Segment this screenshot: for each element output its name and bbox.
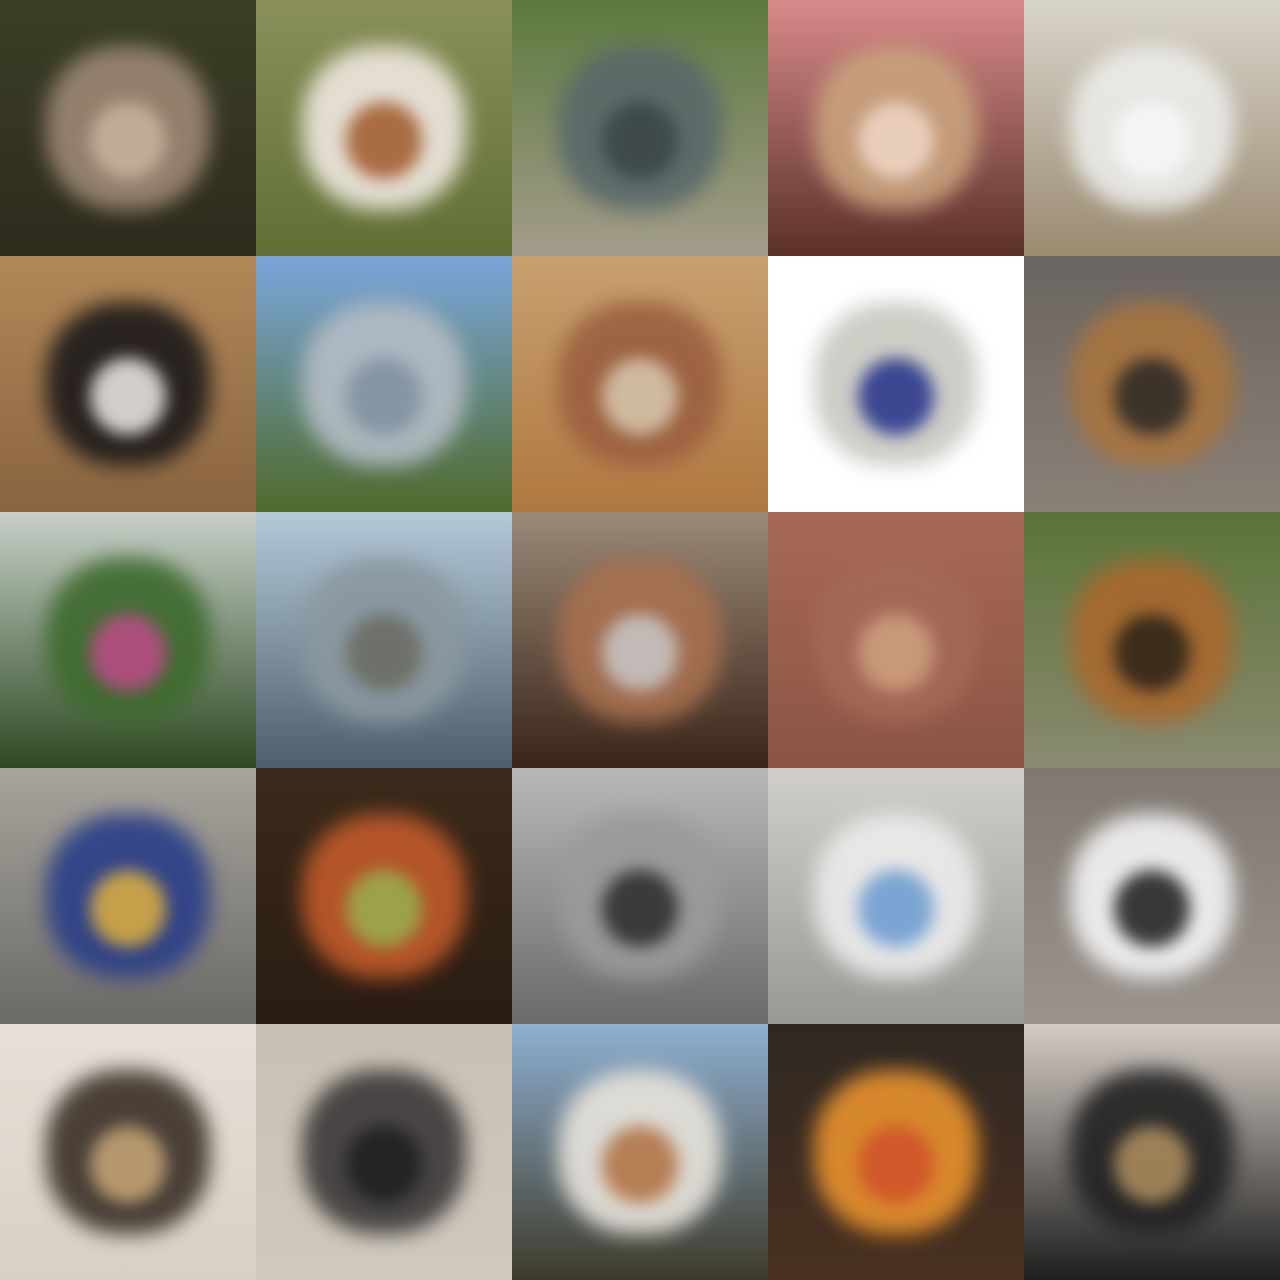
accent-shape bbox=[1113, 358, 1191, 436]
beagle-photo bbox=[256, 0, 512, 256]
jar-photo bbox=[768, 256, 1024, 512]
accent-shape bbox=[601, 1126, 679, 1204]
seashore-photo bbox=[256, 512, 512, 768]
accent-shape bbox=[857, 870, 935, 948]
staircase-photo bbox=[512, 768, 768, 1024]
accent-shape bbox=[601, 870, 679, 948]
accent-shape bbox=[89, 102, 167, 180]
soup-photo bbox=[256, 768, 512, 1024]
german-shepherd-photo bbox=[1024, 512, 1280, 768]
rifle-photo bbox=[1024, 256, 1280, 512]
accent-shape bbox=[89, 1126, 167, 1204]
accent-shape bbox=[1113, 102, 1191, 180]
space-shuttle-photo bbox=[512, 1024, 768, 1280]
dining-room-photo bbox=[512, 256, 768, 512]
accent-shape bbox=[1113, 614, 1191, 692]
accent-shape bbox=[857, 614, 935, 692]
accent-shape bbox=[601, 102, 679, 180]
accent-shape bbox=[345, 614, 423, 692]
japanese-chin-photo bbox=[1024, 768, 1280, 1024]
accent-shape bbox=[1113, 870, 1191, 948]
bernese-dog-photo bbox=[0, 256, 256, 512]
orchestra-photo bbox=[1024, 1024, 1280, 1280]
wedding-dress-photo bbox=[1024, 0, 1280, 256]
spoon-photo bbox=[512, 512, 768, 768]
accent-shape bbox=[89, 358, 167, 436]
hamster-photo bbox=[768, 0, 1024, 256]
accent-shape bbox=[857, 358, 935, 436]
holster-photo bbox=[256, 1024, 512, 1280]
bridge-photo bbox=[256, 256, 512, 512]
gecko-photo bbox=[768, 512, 1024, 768]
squash-photo bbox=[768, 1024, 1024, 1280]
baby-shoes-photo bbox=[0, 1024, 256, 1280]
mushroom-photo bbox=[0, 0, 256, 256]
greenhouse-photo bbox=[0, 512, 256, 768]
accent-shape bbox=[345, 358, 423, 436]
accent-shape bbox=[857, 1126, 935, 1204]
lab-coat-photo bbox=[768, 768, 1024, 1024]
accent-shape bbox=[345, 870, 423, 948]
jeep-photo bbox=[512, 0, 768, 256]
accent-shape bbox=[601, 614, 679, 692]
accent-shape bbox=[857, 102, 935, 180]
accent-shape bbox=[345, 102, 423, 180]
image-grid bbox=[0, 0, 1280, 1280]
accent-shape bbox=[1113, 1126, 1191, 1204]
accent-shape bbox=[345, 1126, 423, 1204]
circuit-board-photo bbox=[0, 768, 256, 1024]
accent-shape bbox=[89, 870, 167, 948]
accent-shape bbox=[601, 358, 679, 436]
accent-shape bbox=[89, 614, 167, 692]
